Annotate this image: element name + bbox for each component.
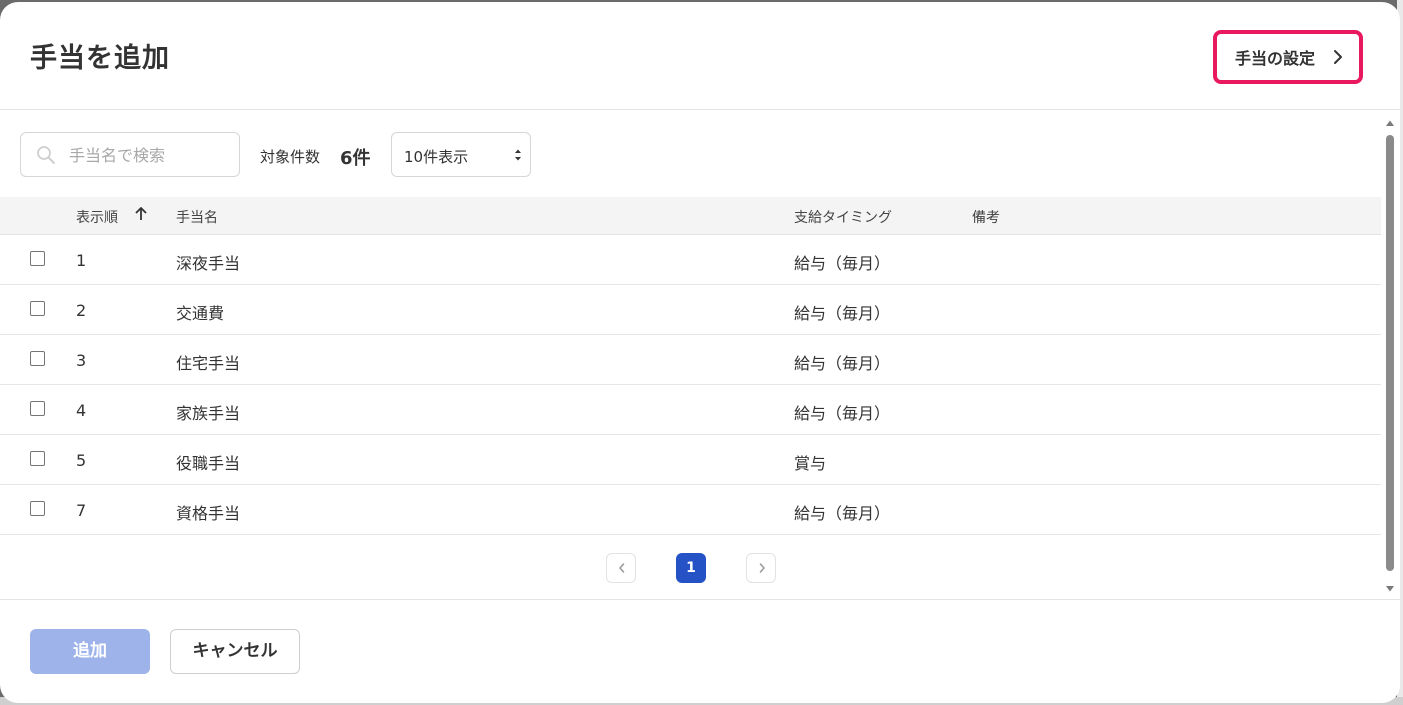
pagination-prev-button[interactable] [606,553,636,583]
pagination-page-current[interactable]: 1 [676,553,706,583]
dialog-title: 手当を追加 [30,43,170,74]
add-button[interactable]: 追加 [30,629,150,674]
row-checkbox[interactable] [30,451,45,466]
row-checkbox[interactable] [30,501,45,516]
row-order: 1 [76,251,87,270]
dialog-footer: 追加 キャンセル [0,601,1400,703]
allowance-settings-link[interactable]: 手当の設定 [1213,30,1363,84]
scrollbar-thumb[interactable] [1386,135,1394,571]
row-payment-timing: 給与（毎月） [794,354,891,373]
row-payment-timing: 給与（毎月） [794,504,891,523]
dialog-header: 手当を追加 手当の設定 [0,2,1400,110]
select-arrows-icon [515,149,521,161]
row-allowance-name: 資格手当 [176,504,241,523]
search-box [20,132,240,177]
cancel-button[interactable]: キャンセル [170,629,300,674]
column-header-timing: 支給タイミング [794,210,892,226]
scroll-down-icon[interactable] [1385,585,1395,593]
row-order: 3 [76,351,87,370]
row-order: 2 [76,301,87,320]
row-allowance-name: 役職手当 [176,454,241,473]
pagination-next-button[interactable] [746,553,776,583]
row-order: 5 [76,451,87,470]
settings-link-label: 手当の設定 [1235,49,1316,68]
row-allowance-name: 家族手当 [176,404,241,423]
row-order: 4 [76,401,87,420]
sort-ascending-icon[interactable] [134,206,148,222]
search-input[interactable] [69,141,234,169]
column-header-note: 備考 [972,210,1000,226]
table-row: 2 交通費 給与（毎月） [0,285,1381,335]
table-header: 表示順 手当名 支給タイミング 備考 [0,197,1381,235]
row-allowance-name: 深夜手当 [176,254,241,273]
row-checkbox[interactable] [30,301,45,316]
search-icon [37,146,55,164]
result-count-value: 6件 [340,148,371,169]
row-payment-timing: 給与（毎月） [794,404,891,423]
scroll-up-icon[interactable] [1385,119,1395,127]
result-count-label: 対象件数 [260,148,321,166]
table-row: 3 住宅手当 給与（毎月） [0,335,1381,385]
vertical-scrollbar[interactable] [1382,111,1398,600]
row-payment-timing: 給与（毎月） [794,254,891,273]
row-payment-timing: 給与（毎月） [794,304,891,323]
column-header-order[interactable]: 表示順 [76,207,118,227]
table-row: 5 役職手当 賞与 [0,435,1381,485]
chevron-right-icon [759,563,765,573]
page-size-value: 10件表示 [404,148,469,166]
page-size-select[interactable]: 10件表示 [391,132,531,177]
column-header-name: 手当名 [176,210,218,226]
chevron-right-icon [1334,50,1342,64]
row-payment-timing: 賞与 [794,454,827,473]
row-allowance-name: 交通費 [176,304,225,323]
row-order: 7 [76,501,87,520]
row-checkbox[interactable] [30,251,45,266]
row-allowance-name: 住宅手当 [176,354,241,373]
table-row: 4 家族手当 給与（毎月） [0,385,1381,435]
table-row: 1 深夜手当 給与（毎月） [0,235,1381,285]
row-checkbox[interactable] [30,351,45,366]
row-checkbox[interactable] [30,401,45,416]
add-allowance-dialog: 手当を追加 手当の設定 対象件数 6件 10件表示 表示順 [0,2,1400,703]
chevron-left-icon [619,563,625,573]
dialog-body: 対象件数 6件 10件表示 表示順 手当名 支給タイミング 備考 1 深夜手当 … [0,111,1400,600]
table-row: 7 資格手当 給与（毎月） [0,485,1381,535]
